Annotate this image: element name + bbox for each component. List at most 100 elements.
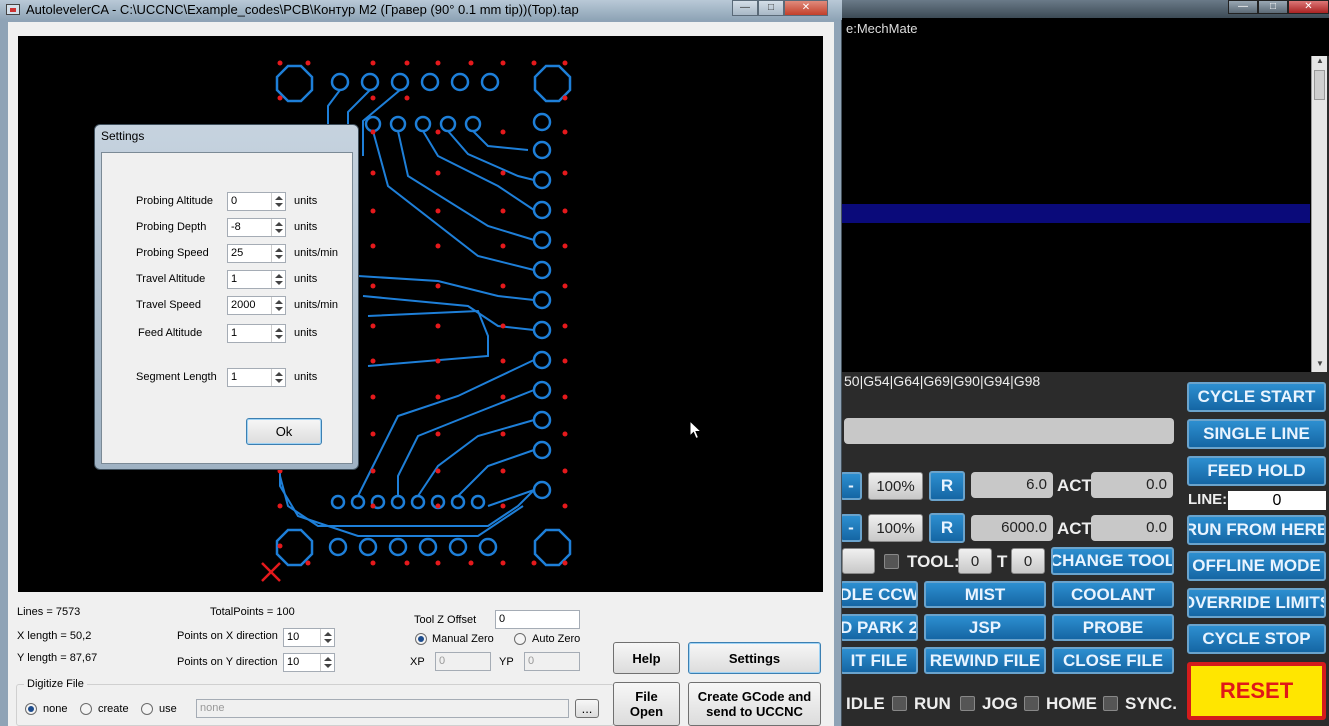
feed-altitude-input[interactable]: 1 [227, 324, 286, 343]
scroll-up-arrow-icon[interactable]: ▲ [1312, 56, 1328, 69]
status-home-label: HOME [1046, 694, 1097, 713]
points-x-value: 10 [287, 631, 300, 643]
status-jog-led [960, 696, 975, 711]
points-x-spinner-icon[interactable] [320, 629, 334, 646]
travel-altitude-value: 1 [231, 273, 238, 285]
scroll-thumb[interactable] [1314, 70, 1325, 100]
override-limits-button[interactable]: OVERRIDE LIMITS [1187, 588, 1326, 618]
digitize-file-input[interactable]: none [196, 699, 569, 718]
feed-reset-button[interactable]: R [929, 471, 965, 501]
auto-zero-radio[interactable] [514, 633, 526, 645]
probing-altitude-spinner-icon[interactable] [271, 193, 285, 210]
mist-button[interactable]: MIST [924, 581, 1046, 608]
feed-hold-button[interactable]: FEED HOLD [1187, 456, 1326, 486]
file-open-button[interactable]: File Open [613, 682, 680, 726]
spindle-act-label: ACT: [1057, 519, 1096, 538]
spindle-reset-button[interactable]: R [929, 513, 965, 543]
jsp-button[interactable]: JSP [924, 614, 1046, 641]
y-length: Y length = 87,67 [17, 652, 98, 664]
points-x-input[interactable]: 10 [283, 628, 335, 647]
segment-length-input[interactable]: 1 [227, 368, 286, 387]
tool-value-field[interactable]: 0 [958, 548, 992, 574]
autoleveler-window-buttons: — □ ✕ [732, 0, 828, 16]
create-gcode-button[interactable]: Create GCode and send to UCCNC [688, 682, 821, 726]
segment-length-spinner-icon[interactable] [271, 369, 285, 386]
offline-mode-button[interactable]: OFFLINE MODE [1187, 551, 1326, 581]
digitize-use-radio[interactable] [141, 703, 153, 715]
run-from-here-button[interactable]: RUN FROM HERE [1187, 515, 1326, 545]
close-icon[interactable]: ✕ [784, 0, 828, 16]
probing-altitude-value: 0 [231, 195, 238, 207]
digitize-create-radio[interactable] [80, 703, 92, 715]
ok-button[interactable]: Ok [246, 418, 322, 445]
travel-altitude-unit: units [294, 273, 318, 285]
spindle-act-value: 0.0 [1091, 515, 1173, 541]
digitize-none-radio[interactable] [25, 703, 37, 715]
feed-altitude-value: 1 [231, 327, 238, 339]
single-line-button[interactable]: SINGLE LINE [1187, 419, 1326, 449]
points-y-spinner-icon[interactable] [320, 654, 334, 671]
digitize-use-label: use [159, 703, 177, 715]
change-tool-button[interactable]: CHANGE TOOL [1051, 547, 1174, 575]
mount-pad-bottom-right [533, 528, 572, 567]
cycle-start-button[interactable]: CYCLE START [1187, 382, 1326, 412]
mdi-input[interactable] [844, 418, 1174, 444]
uccnc-close-button[interactable]: ✕ [1288, 0, 1329, 14]
travel-speed-input[interactable]: 2000 [227, 296, 286, 315]
travel-altitude-spinner-icon[interactable] [271, 271, 285, 288]
spindle-minus-button[interactable]: - [840, 514, 862, 542]
help-button[interactable]: Help [613, 642, 680, 674]
scroll-down-arrow-icon[interactable]: ▼ [1312, 359, 1328, 372]
feed-override-field[interactable]: 100% [868, 472, 923, 500]
feed-set-field[interactable]: 6.0 [971, 472, 1053, 498]
uccnc-maximize-button[interactable]: □ [1258, 0, 1288, 14]
points-y-input[interactable]: 10 [283, 653, 335, 672]
feed-act-label: ACT: [1057, 476, 1096, 495]
uccnc-minimize-button[interactable]: — [1228, 0, 1258, 14]
travel-altitude-input[interactable]: 1 [227, 270, 286, 289]
probing-depth-spinner-icon[interactable] [271, 219, 285, 236]
line-number-field[interactable]: 0 [1228, 491, 1326, 510]
xp-label: XP [410, 656, 425, 668]
mouse-cursor-icon [689, 420, 703, 440]
xp-input[interactable]: 0 [435, 652, 491, 671]
edit-file-button[interactable]: IT FILE [840, 647, 918, 674]
console-scrollbar[interactable]: ▲ ▼ [1311, 56, 1327, 372]
probing-depth-input[interactable]: -8 [227, 218, 286, 237]
settings-dialog-body: Probing Altitude 0 units Probing Depth -… [101, 152, 353, 464]
line-label: LINE: [1188, 491, 1228, 508]
probing-altitude-unit: units [294, 195, 318, 207]
cycle-stop-button[interactable]: CYCLE STOP [1187, 624, 1326, 654]
digitize-legend: Digitize File [24, 678, 87, 690]
feed-minus-button[interactable]: - [840, 472, 862, 500]
yp-input[interactable]: 0 [524, 652, 580, 671]
park-2-button[interactable]: D PARK 2 [840, 614, 918, 641]
travel-speed-value: 2000 [231, 299, 256, 311]
reset-button[interactable]: RESET [1187, 662, 1326, 720]
tool-z-offset-input[interactable]: 0 [495, 610, 580, 629]
manual-zero-radio[interactable] [415, 633, 427, 645]
settings-button[interactable]: Settings [688, 642, 821, 674]
spindle-set-field[interactable]: 6000.0 [971, 515, 1053, 541]
probing-altitude-input[interactable]: 0 [227, 192, 286, 211]
machine-name-text: e:MechMate [840, 18, 1329, 56]
probing-speed-input[interactable]: 25 [227, 244, 286, 263]
probe-button[interactable]: PROBE [1052, 614, 1174, 641]
spindle-ccw-button[interactable]: DLE CCW [840, 581, 918, 608]
feed-altitude-spinner-icon[interactable] [271, 325, 285, 342]
settings-dialog-title: Settings [101, 129, 145, 143]
gcode-current-line-highlight [840, 204, 1310, 223]
tool-t-field[interactable]: 0 [1011, 548, 1045, 574]
digitize-browse-button[interactable]: ... [575, 699, 599, 718]
probing-speed-spinner-icon[interactable] [271, 245, 285, 262]
minimize-icon[interactable]: — [732, 0, 758, 16]
coolant-button[interactable]: COOLANT [1052, 581, 1174, 608]
points-y-value: 10 [287, 656, 300, 668]
spindle-override-field[interactable]: 100% [868, 514, 923, 542]
travel-speed-spinner-icon[interactable] [271, 297, 285, 314]
settings-dialog: Settings Probing Altitude 0 units Probin… [94, 124, 359, 470]
rewind-file-button[interactable]: REWIND FILE [924, 647, 1046, 674]
maximize-icon[interactable]: □ [758, 0, 784, 16]
close-file-button[interactable]: CLOSE FILE [1052, 647, 1174, 674]
tool-area-field[interactable] [842, 548, 875, 574]
